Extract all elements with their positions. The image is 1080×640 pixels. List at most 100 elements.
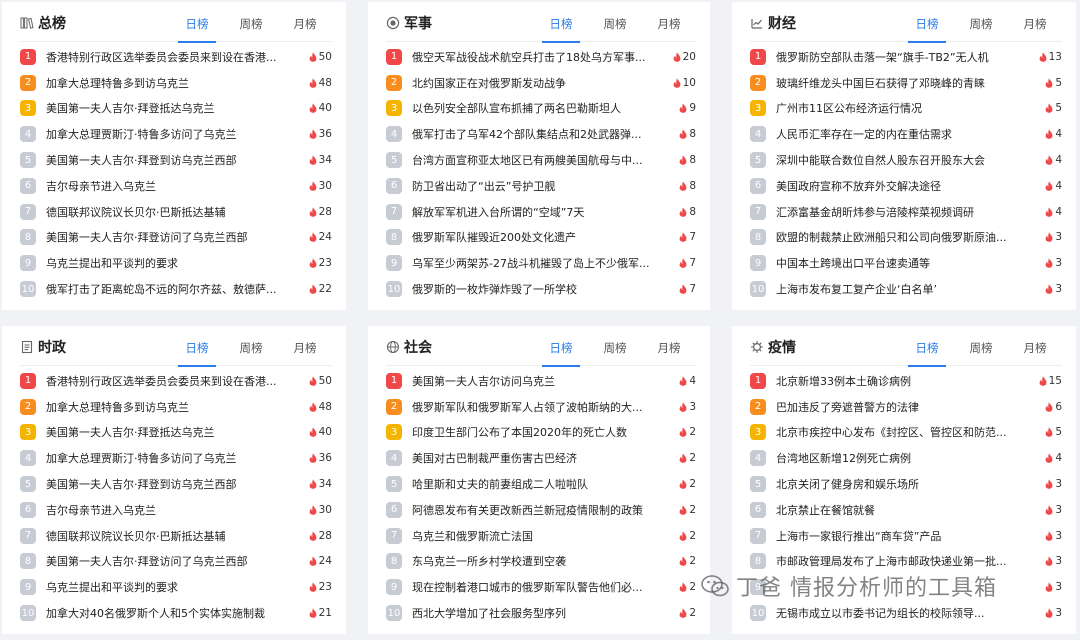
list-item[interactable]: 5 美国第一夫人吉尔·拜登到访乌克兰西部 34 <box>20 147 332 173</box>
list-item[interactable]: 2 玻璃纤维龙头中国巨石获得了邓晓峰的青睐 5 <box>750 70 1062 96</box>
item-title[interactable]: 美国第一夫人吉尔·拜登访问了乌克兰西部 <box>46 229 306 245</box>
list-item[interactable]: 2 俄罗斯军队和俄罗斯军人占领了波帕斯纳的大... 3 <box>386 394 696 420</box>
list-item[interactable]: 8 市邮政管理局发布了上海市邮政快递业第一批... 3 <box>750 549 1062 575</box>
list-item[interactable]: 4 俄军打击了乌军42个部队集结点和2处武器弹... 8 <box>386 121 696 147</box>
list-item[interactable]: 3 印度卫生部门公布了本国2020年的死亡人数 2 <box>386 420 696 446</box>
item-title[interactable]: 俄军打击了距离蛇岛不远的阿尔齐兹、敖德萨... <box>46 281 306 297</box>
item-title[interactable]: 现在控制着港口城市的俄罗斯军队警告他们必... <box>412 579 670 595</box>
item-title[interactable]: 俄罗斯防空部队击落一架“旗手-TB2”无人机 <box>776 49 1036 65</box>
tab-monthly[interactable]: 月榜 <box>642 326 696 366</box>
item-title[interactable]: 美国第一夫人吉尔·拜登抵达乌克兰 <box>46 424 306 440</box>
item-title[interactable]: 加拿大总理贾斯汀·特鲁多访问了乌克兰 <box>46 450 306 466</box>
item-title[interactable]: 防卫省出动了“出云”号护卫舰 <box>412 178 670 194</box>
item-title[interactable]: 加拿大对40名俄罗斯个人和5个实体实施制裁 <box>46 605 306 621</box>
item-title[interactable]: 北约国家正在对俄罗斯发动战争 <box>412 75 670 91</box>
item-title[interactable]: 香港特别行政区选举委员会委员来到设在香港... <box>46 49 306 65</box>
list-item[interactable]: 1 美国第一夫人吉尔访问乌克兰 4 <box>386 368 696 394</box>
item-title[interactable]: 以色列安全部队宣布抓捕了两名巴勒斯坦人 <box>412 100 670 116</box>
item-title[interactable]: 吉尔母亲节进入乌克兰 <box>46 502 306 518</box>
list-item[interactable]: 10 俄军打击了距离蛇岛不远的阿尔齐兹、敖德萨... 22 <box>20 276 332 302</box>
list-item[interactable]: 7 乌克兰和俄罗斯流亡法国 2 <box>386 523 696 549</box>
item-title[interactable]: 台湾方面宣称亚太地区已有两艘美国航母与中... <box>412 152 670 168</box>
item-title[interactable]: 欧盟的制裁禁止欧洲船只和公司向俄罗斯原油... <box>776 229 1036 245</box>
item-title[interactable]: 中国本土跨境出口平台速卖通等 <box>776 255 1036 271</box>
list-item[interactable]: 8 欧盟的制裁禁止欧洲船只和公司向俄罗斯原油... 3 <box>750 225 1062 251</box>
item-title[interactable]: 乌克兰提出和平谈判的要求 <box>46 255 306 271</box>
tab-daily[interactable]: 日榜 <box>900 326 954 367</box>
list-item[interactable]: 9 乌克兰提出和平谈判的要求 23 <box>20 250 332 276</box>
item-title[interactable]: 哈里斯和丈夫的前妻组成二人啦啦队 <box>412 476 670 492</box>
list-item[interactable]: 4 加拿大总理贾斯汀·特鲁多访问了乌克兰 36 <box>20 121 332 147</box>
tab-weekly[interactable]: 周榜 <box>588 326 642 366</box>
list-item[interactable]: 2 北约国家正在对俄罗斯发动战争 10 <box>386 70 696 96</box>
list-item[interactable]: 9 现在控制着港口城市的俄罗斯军队警告他们必... 2 <box>386 574 696 600</box>
tab-monthly[interactable]: 月榜 <box>642 2 696 42</box>
list-item[interactable]: 10 俄罗斯的一枚炸弹炸毁了一所学校 7 <box>386 276 696 302</box>
tab-daily[interactable]: 日榜 <box>170 2 224 43</box>
tab-daily[interactable]: 日榜 <box>170 326 224 367</box>
tab-monthly[interactable]: 月榜 <box>1008 2 1062 42</box>
item-title[interactable]: 香港特别行政区选举委员会委员来到设在香港... <box>46 373 306 389</box>
item-title[interactable]: 北京新增33例本土确诊病例 <box>776 373 1036 389</box>
list-item[interactable]: 93 <box>750 574 1062 600</box>
item-title[interactable]: 上海市一家银行推出“商车贷”产品 <box>776 528 1036 544</box>
tab-monthly[interactable]: 月榜 <box>1008 326 1062 366</box>
tab-weekly[interactable]: 周榜 <box>224 2 278 42</box>
item-title[interactable]: 深圳中能联合数位自然人股东召开股东大会 <box>776 152 1036 168</box>
list-item[interactable]: 5 台湾方面宣称亚太地区已有两艘美国航母与中... 8 <box>386 147 696 173</box>
tab-weekly[interactable]: 周榜 <box>954 326 1008 366</box>
item-title[interactable]: 美国对古巴制裁严重伤害古巴经济 <box>412 450 670 466</box>
list-item[interactable]: 4 加拿大总理贾斯汀·特鲁多访问了乌克兰 36 <box>20 445 332 471</box>
item-title[interactable]: 德国联邦议院议长贝尔·巴斯抵达基辅 <box>46 204 306 220</box>
item-title[interactable]: 人民币汇率存在一定的内在重估需求 <box>776 126 1036 142</box>
item-title[interactable]: 俄罗斯军队摧毁近200处文化遗产 <box>412 229 670 245</box>
item-title[interactable]: 俄军打击了乌军42个部队集结点和2处武器弹... <box>412 126 670 142</box>
item-title[interactable]: 西北大学增加了社会服务型序列 <box>412 605 670 621</box>
item-title[interactable]: 乌克兰提出和平谈判的要求 <box>46 579 306 595</box>
list-item[interactable]: 1 俄罗斯防空部队击落一架“旗手-TB2”无人机 13 <box>750 44 1062 70</box>
tab-weekly[interactable]: 周榜 <box>588 2 642 42</box>
tab-daily[interactable]: 日榜 <box>534 2 588 43</box>
item-title[interactable]: 北京禁止在餐馆就餐 <box>776 502 1036 518</box>
list-item[interactable]: 3 北京市疾控中心发布《封控区、管控区和防范... 5 <box>750 420 1062 446</box>
tab-weekly[interactable]: 周榜 <box>224 326 278 366</box>
tab-monthly[interactable]: 月榜 <box>278 2 332 42</box>
list-item[interactable]: 4 美国对古巴制裁严重伤害古巴经济 2 <box>386 445 696 471</box>
item-title[interactable]: 广州市11区公布经济运行情况 <box>776 100 1036 116</box>
item-title[interactable]: 俄空天军战役战术航空兵打击了18处乌方军事... <box>412 49 670 65</box>
list-item[interactable]: 1 香港特别行政区选举委员会委员来到设在香港... 50 <box>20 368 332 394</box>
list-item[interactable]: 4 人民币汇率存在一定的内在重估需求 4 <box>750 121 1062 147</box>
list-item[interactable]: 1 俄空天军战役战术航空兵打击了18处乌方军事... 20 <box>386 44 696 70</box>
list-item[interactable]: 3 以色列安全部队宣布抓捕了两名巴勒斯坦人 9 <box>386 96 696 122</box>
list-item[interactable]: 10 上海市发布复工复产企业‘白名单’ 3 <box>750 276 1062 302</box>
list-item[interactable]: 3 美国第一夫人吉尔·拜登抵达乌克兰 40 <box>20 420 332 446</box>
list-item[interactable]: 8 俄罗斯军队摧毁近200处文化遗产 7 <box>386 225 696 251</box>
list-item[interactable]: 6 北京禁止在餐馆就餐 3 <box>750 497 1062 523</box>
list-item[interactable]: 3 美国第一夫人吉尔·拜登抵达乌克兰 40 <box>20 96 332 122</box>
list-item[interactable]: 6 吉尔母亲节进入乌克兰 30 <box>20 173 332 199</box>
item-title[interactable]: 巴加违反了旁遮普警方的法律 <box>776 399 1036 415</box>
list-item[interactable]: 2 加拿大总理特鲁多到访乌克兰 48 <box>20 394 332 420</box>
list-item[interactable]: 9 乌克兰提出和平谈判的要求 23 <box>20 574 332 600</box>
item-title[interactable]: 美国第一夫人吉尔·拜登抵达乌克兰 <box>46 100 306 116</box>
item-title[interactable]: 俄罗斯军队和俄罗斯军人占领了波帕斯纳的大... <box>412 399 670 415</box>
item-title[interactable]: 德国联邦议院议长贝尔·巴斯抵达基辅 <box>46 528 306 544</box>
item-title[interactable]: 东乌克兰一所乡村学校遭到空袭 <box>412 553 670 569</box>
item-title[interactable]: 印度卫生部门公布了本国2020年的死亡人数 <box>412 424 670 440</box>
item-title[interactable]: 乌军至少两架苏-27战斗机摧毁了岛上不少俄军... <box>412 255 670 271</box>
list-item[interactable]: 10 西北大学增加了社会服务型序列 2 <box>386 600 696 626</box>
item-title[interactable]: 乌克兰和俄罗斯流亡法国 <box>412 528 670 544</box>
item-title[interactable]: 市邮政管理局发布了上海市邮政快递业第一批... <box>776 553 1036 569</box>
item-title[interactable]: 汇添富基金胡昕炜参与涪陵榨菜视频调研 <box>776 204 1036 220</box>
list-item[interactable]: 8 东乌克兰一所乡村学校遭到空袭 2 <box>386 549 696 575</box>
item-title[interactable]: 美国第一夫人吉尔·拜登到访乌克兰西部 <box>46 152 306 168</box>
tab-weekly[interactable]: 周榜 <box>954 2 1008 42</box>
list-item[interactable]: 5 美国第一夫人吉尔·拜登到访乌克兰西部 34 <box>20 471 332 497</box>
list-item[interactable]: 5 深圳中能联合数位自然人股东召开股东大会 4 <box>750 147 1062 173</box>
list-item[interactable]: 6 阿德恩发布有关更改新西兰新冠疫情限制的政策 2 <box>386 497 696 523</box>
item-title[interactable]: 俄罗斯的一枚炸弹炸毁了一所学校 <box>412 281 670 297</box>
list-item[interactable]: 10 无锡市成立以市委书记为组长的校际领导... 3 <box>750 600 1062 626</box>
item-title[interactable]: 吉尔母亲节进入乌克兰 <box>46 178 306 194</box>
item-title[interactable]: 解放军军机进入台所谓的“空域”7天 <box>412 204 670 220</box>
list-item[interactable]: 5 北京关闭了健身房和娱乐场所 3 <box>750 471 1062 497</box>
